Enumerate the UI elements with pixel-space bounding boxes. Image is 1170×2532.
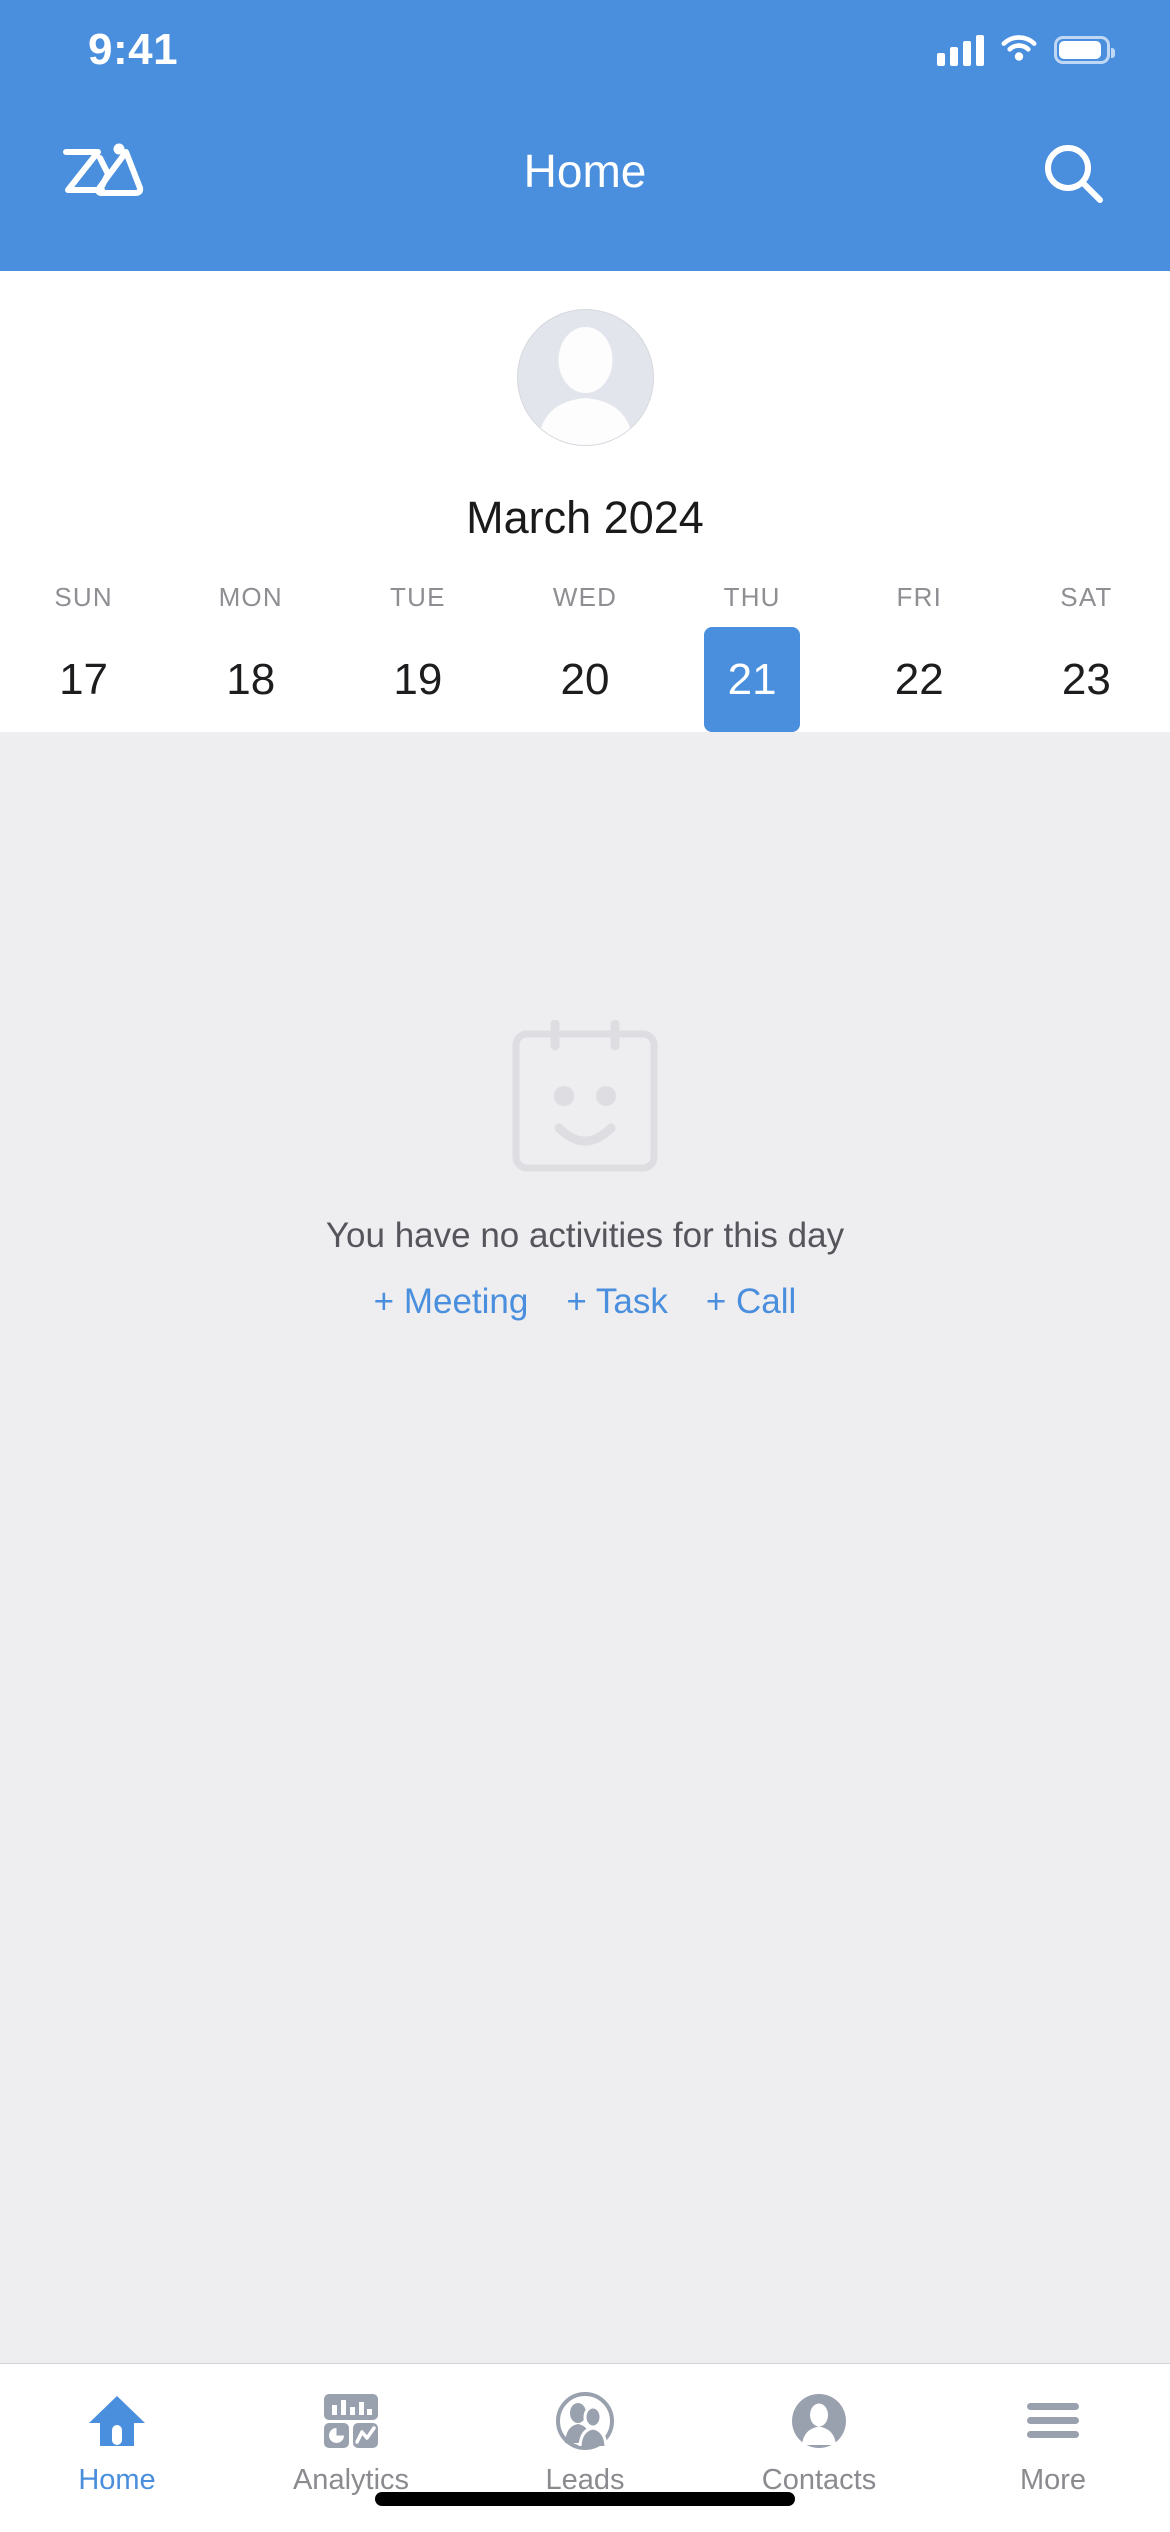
empty-state-message: You have no activities for this day <box>325 1216 845 1255</box>
weekday-label: FRI <box>896 582 943 612</box>
weekday-header-row: SUN MON TUE WED THU FRI SAT <box>0 582 1170 613</box>
contacts-person-icon <box>789 2390 849 2452</box>
date-label: 23 <box>1061 654 1111 704</box>
date-label: 20 <box>560 654 610 704</box>
date-label: 17 <box>59 654 109 704</box>
tab-more[interactable]: More <box>936 2390 1170 2497</box>
quick-action-links: + Meeting + Task + Call <box>374 1282 797 1322</box>
weekday-label: TUE <box>390 582 446 612</box>
page-title: Home <box>523 145 647 197</box>
date-cell[interactable]: 22 <box>836 627 1003 732</box>
leads-people-icon <box>555 2390 615 2452</box>
analytics-dashboard-icon <box>322 2390 380 2452</box>
tab-contacts[interactable]: Contacts <box>702 2390 936 2497</box>
calendar-month-label: March 2024 <box>466 492 704 543</box>
weekday-label: THU <box>723 582 781 612</box>
date-cell-selected[interactable]: 21 <box>669 627 836 732</box>
navigation-bar: Home <box>0 100 1170 271</box>
user-avatar-placeholder[interactable] <box>516 309 654 446</box>
weekday-label: SAT <box>1060 582 1113 612</box>
home-icon <box>87 2390 147 2452</box>
home-indicator <box>375 2492 795 2506</box>
hamburger-menu-icon <box>1025 2390 1081 2452</box>
tab-home[interactable]: Home <box>0 2390 234 2497</box>
app-screen: 9:41 Home March 2024 SUN MON TUE WED THU… <box>0 0 1170 2532</box>
date-cell[interactable]: 23 <box>1003 627 1170 732</box>
battery-icon <box>1054 35 1115 64</box>
date-cell[interactable]: 19 <box>334 627 501 732</box>
cellular-signal-icon <box>937 34 984 66</box>
bottom-tab-bar: Home Analytics Leads Contacts More <box>0 2363 1170 2532</box>
weekday-label: SUN <box>54 582 113 612</box>
date-label: 18 <box>226 654 276 704</box>
date-label: 22 <box>894 654 944 704</box>
add-task-link[interactable]: + Task <box>566 1282 668 1322</box>
weekday-label: WED <box>552 582 618 612</box>
date-label: 19 <box>393 654 443 704</box>
weekday-label: MON <box>218 582 283 612</box>
activities-empty-state: You have no activities for this day + Me… <box>0 732 1170 2363</box>
status-bar-indicators <box>937 32 1115 67</box>
date-label: 21 <box>704 627 801 732</box>
date-cell[interactable]: 17 <box>0 627 167 732</box>
date-row: 17 18 19 20 21 22 23 <box>0 627 1170 732</box>
tab-label: More <box>1019 2464 1087 2496</box>
status-bar: 9:41 <box>0 0 1170 100</box>
search-icon[interactable] <box>1038 138 1110 210</box>
tab-label: Home <box>78 2464 156 2496</box>
calendar-strip: March 2024 SUN MON TUE WED THU FRI SAT 1… <box>0 271 1170 732</box>
tab-leads[interactable]: Leads <box>468 2390 702 2497</box>
wifi-icon <box>1000 32 1038 67</box>
date-cell[interactable]: 20 <box>501 627 668 732</box>
tab-analytics[interactable]: Analytics <box>234 2390 468 2497</box>
avatar-container <box>0 271 1170 446</box>
app-header: 9:41 Home <box>0 0 1170 271</box>
date-cell[interactable]: 18 <box>167 627 334 732</box>
add-call-link[interactable]: + Call <box>706 1282 796 1322</box>
add-meeting-link[interactable]: + Meeting <box>374 1282 529 1322</box>
status-bar-time: 9:41 <box>88 25 179 74</box>
calendar-smiley-illustration <box>511 1019 659 1172</box>
